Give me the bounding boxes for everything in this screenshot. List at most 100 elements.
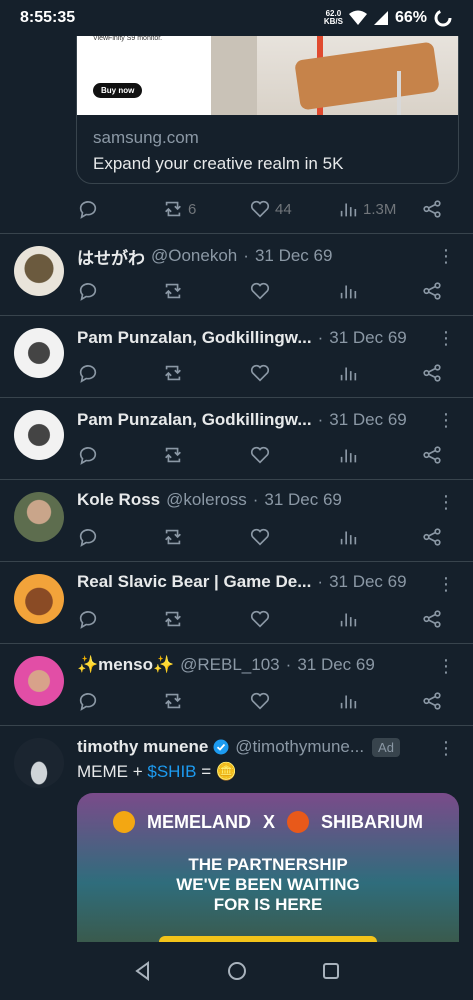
avatar[interactable] — [14, 328, 64, 378]
reply-button[interactable] — [77, 690, 99, 712]
battery-percent: 66% — [394, 9, 427, 26]
tweet-date[interactable]: 31 Dec 69 — [255, 246, 333, 266]
share-button[interactable] — [421, 444, 443, 466]
heart-icon — [250, 528, 270, 546]
promo-right-brand: SHIBARIUM — [321, 811, 423, 832]
tweet-actions — [77, 606, 457, 632]
promo-media-card[interactable]: MEMELAND X SHIBARIUM THE PARTNERSHIP WE'… — [77, 793, 459, 943]
more-options-icon[interactable]: ⋮ — [437, 410, 455, 431]
more-options-icon[interactable]: ⋮ — [437, 246, 455, 267]
author-name[interactable]: ✨menso✨ — [77, 655, 174, 675]
reply-button[interactable] — [77, 198, 99, 220]
views-button[interactable] — [337, 608, 359, 630]
views-button[interactable] — [337, 362, 359, 384]
more-options-icon[interactable]: ⋮ — [437, 656, 455, 677]
ad-title[interactable]: Expand your creative realm in 5K — [93, 154, 343, 174]
avatar[interactable] — [14, 738, 64, 788]
views-icon — [340, 203, 357, 217]
author-name[interactable]: Kole Ross — [77, 490, 160, 510]
tweet-date[interactable]: 31 Dec 69 — [329, 328, 407, 348]
reply-button[interactable] — [77, 526, 99, 548]
like-button[interactable] — [249, 526, 271, 548]
home-icon[interactable] — [225, 959, 249, 983]
author-handle[interactable]: @Oonekoh — [151, 246, 237, 266]
heart-icon — [250, 200, 270, 218]
ad-domain[interactable]: samsung.com — [93, 128, 199, 148]
share-button[interactable] — [421, 280, 443, 302]
tweet-actions — [77, 442, 457, 468]
views-icon — [340, 613, 357, 627]
memeland-coin-icon — [112, 811, 135, 833]
like-button[interactable] — [249, 362, 271, 384]
share-button[interactable] — [421, 362, 443, 384]
views-button[interactable] — [337, 526, 359, 548]
author-name[interactable]: timothy munene — [77, 737, 208, 757]
more-options-icon[interactable]: ⋮ — [437, 738, 455, 759]
repost-button[interactable] — [162, 526, 184, 548]
separator-dot: · — [243, 246, 249, 265]
avatar[interactable] — [14, 492, 64, 542]
reply-button[interactable] — [77, 608, 99, 630]
author-name[interactable]: Real Slavic Bear | Game De... — [77, 572, 311, 592]
share-button[interactable] — [421, 526, 443, 548]
author-name[interactable]: Pam Punzalan, Godkillingw... — [77, 410, 312, 430]
reply-button[interactable] — [77, 444, 99, 466]
repost-button[interactable]: 6 — [162, 198, 196, 220]
tweet-date[interactable]: 31 Dec 69 — [329, 410, 407, 430]
cashtag-link[interactable]: $SHIB — [147, 762, 196, 781]
share-button[interactable] — [421, 608, 443, 630]
reply-button[interactable] — [77, 280, 99, 302]
like-count: 44 — [275, 200, 292, 218]
avatar[interactable] — [14, 410, 64, 460]
reply-button[interactable] — [77, 362, 99, 384]
avatar[interactable] — [14, 574, 64, 624]
like-button[interactable] — [249, 280, 271, 302]
like-button[interactable] — [249, 690, 271, 712]
ad-card[interactable]: ViewFinity S9 monitor. Buy now samsung.c… — [76, 10, 459, 184]
heart-icon — [250, 364, 270, 382]
avatar[interactable] — [14, 656, 64, 706]
repost-button[interactable] — [162, 608, 184, 630]
promo-x: X — [262, 811, 275, 832]
more-options-icon[interactable]: ⋮ — [437, 574, 455, 595]
more-options-icon[interactable]: ⋮ — [437, 328, 455, 349]
views-button[interactable] — [337, 690, 359, 712]
author-handle[interactable]: @timothymune... — [235, 737, 364, 757]
heart-icon — [250, 282, 270, 300]
views-button[interactable]: 1.3M — [337, 198, 396, 220]
system-nav-bar — [0, 942, 473, 1000]
like-button[interactable] — [249, 444, 271, 466]
like-button[interactable] — [249, 608, 271, 630]
back-icon[interactable] — [131, 959, 155, 983]
promo-left-brand: MEMELAND — [146, 811, 251, 832]
avatar[interactable] — [14, 246, 64, 296]
views-button[interactable] — [337, 280, 359, 302]
separator-dot: · — [317, 410, 324, 429]
repost-button[interactable] — [162, 362, 184, 384]
share-button[interactable] — [421, 690, 443, 712]
author-name[interactable]: Pam Punzalan, Godkillingw... — [77, 328, 312, 348]
tweet-date[interactable]: 31 Dec 69 — [264, 490, 342, 510]
author-handle[interactable]: @koleross — [166, 490, 247, 510]
tweet-header: Kole Ross @koleross · 31 Dec 69 — [77, 488, 437, 512]
author-handle[interactable]: @REBL_103 — [180, 655, 280, 675]
tweet-date[interactable]: 31 Dec 69 — [329, 572, 407, 592]
separator-dot: · — [317, 572, 324, 591]
reply-icon — [79, 201, 97, 219]
share-button[interactable] — [421, 198, 443, 220]
views-icon — [340, 367, 357, 381]
recents-icon[interactable] — [319, 959, 343, 983]
repost-button[interactable] — [162, 444, 184, 466]
reply-icon — [79, 611, 97, 629]
views-count: 1.3M — [363, 200, 397, 218]
share-icon — [423, 364, 441, 382]
buy-now-button[interactable]: Buy now — [93, 83, 143, 98]
more-options-icon[interactable]: ⋮ — [437, 492, 455, 513]
share-icon — [423, 282, 441, 300]
tweet-date[interactable]: 31 Dec 69 — [297, 655, 375, 675]
repost-button[interactable] — [162, 690, 184, 712]
author-name[interactable]: はせがわ — [77, 244, 145, 268]
like-button[interactable]: 44 — [249, 198, 292, 220]
repost-button[interactable] — [162, 280, 184, 302]
views-button[interactable] — [337, 444, 359, 466]
